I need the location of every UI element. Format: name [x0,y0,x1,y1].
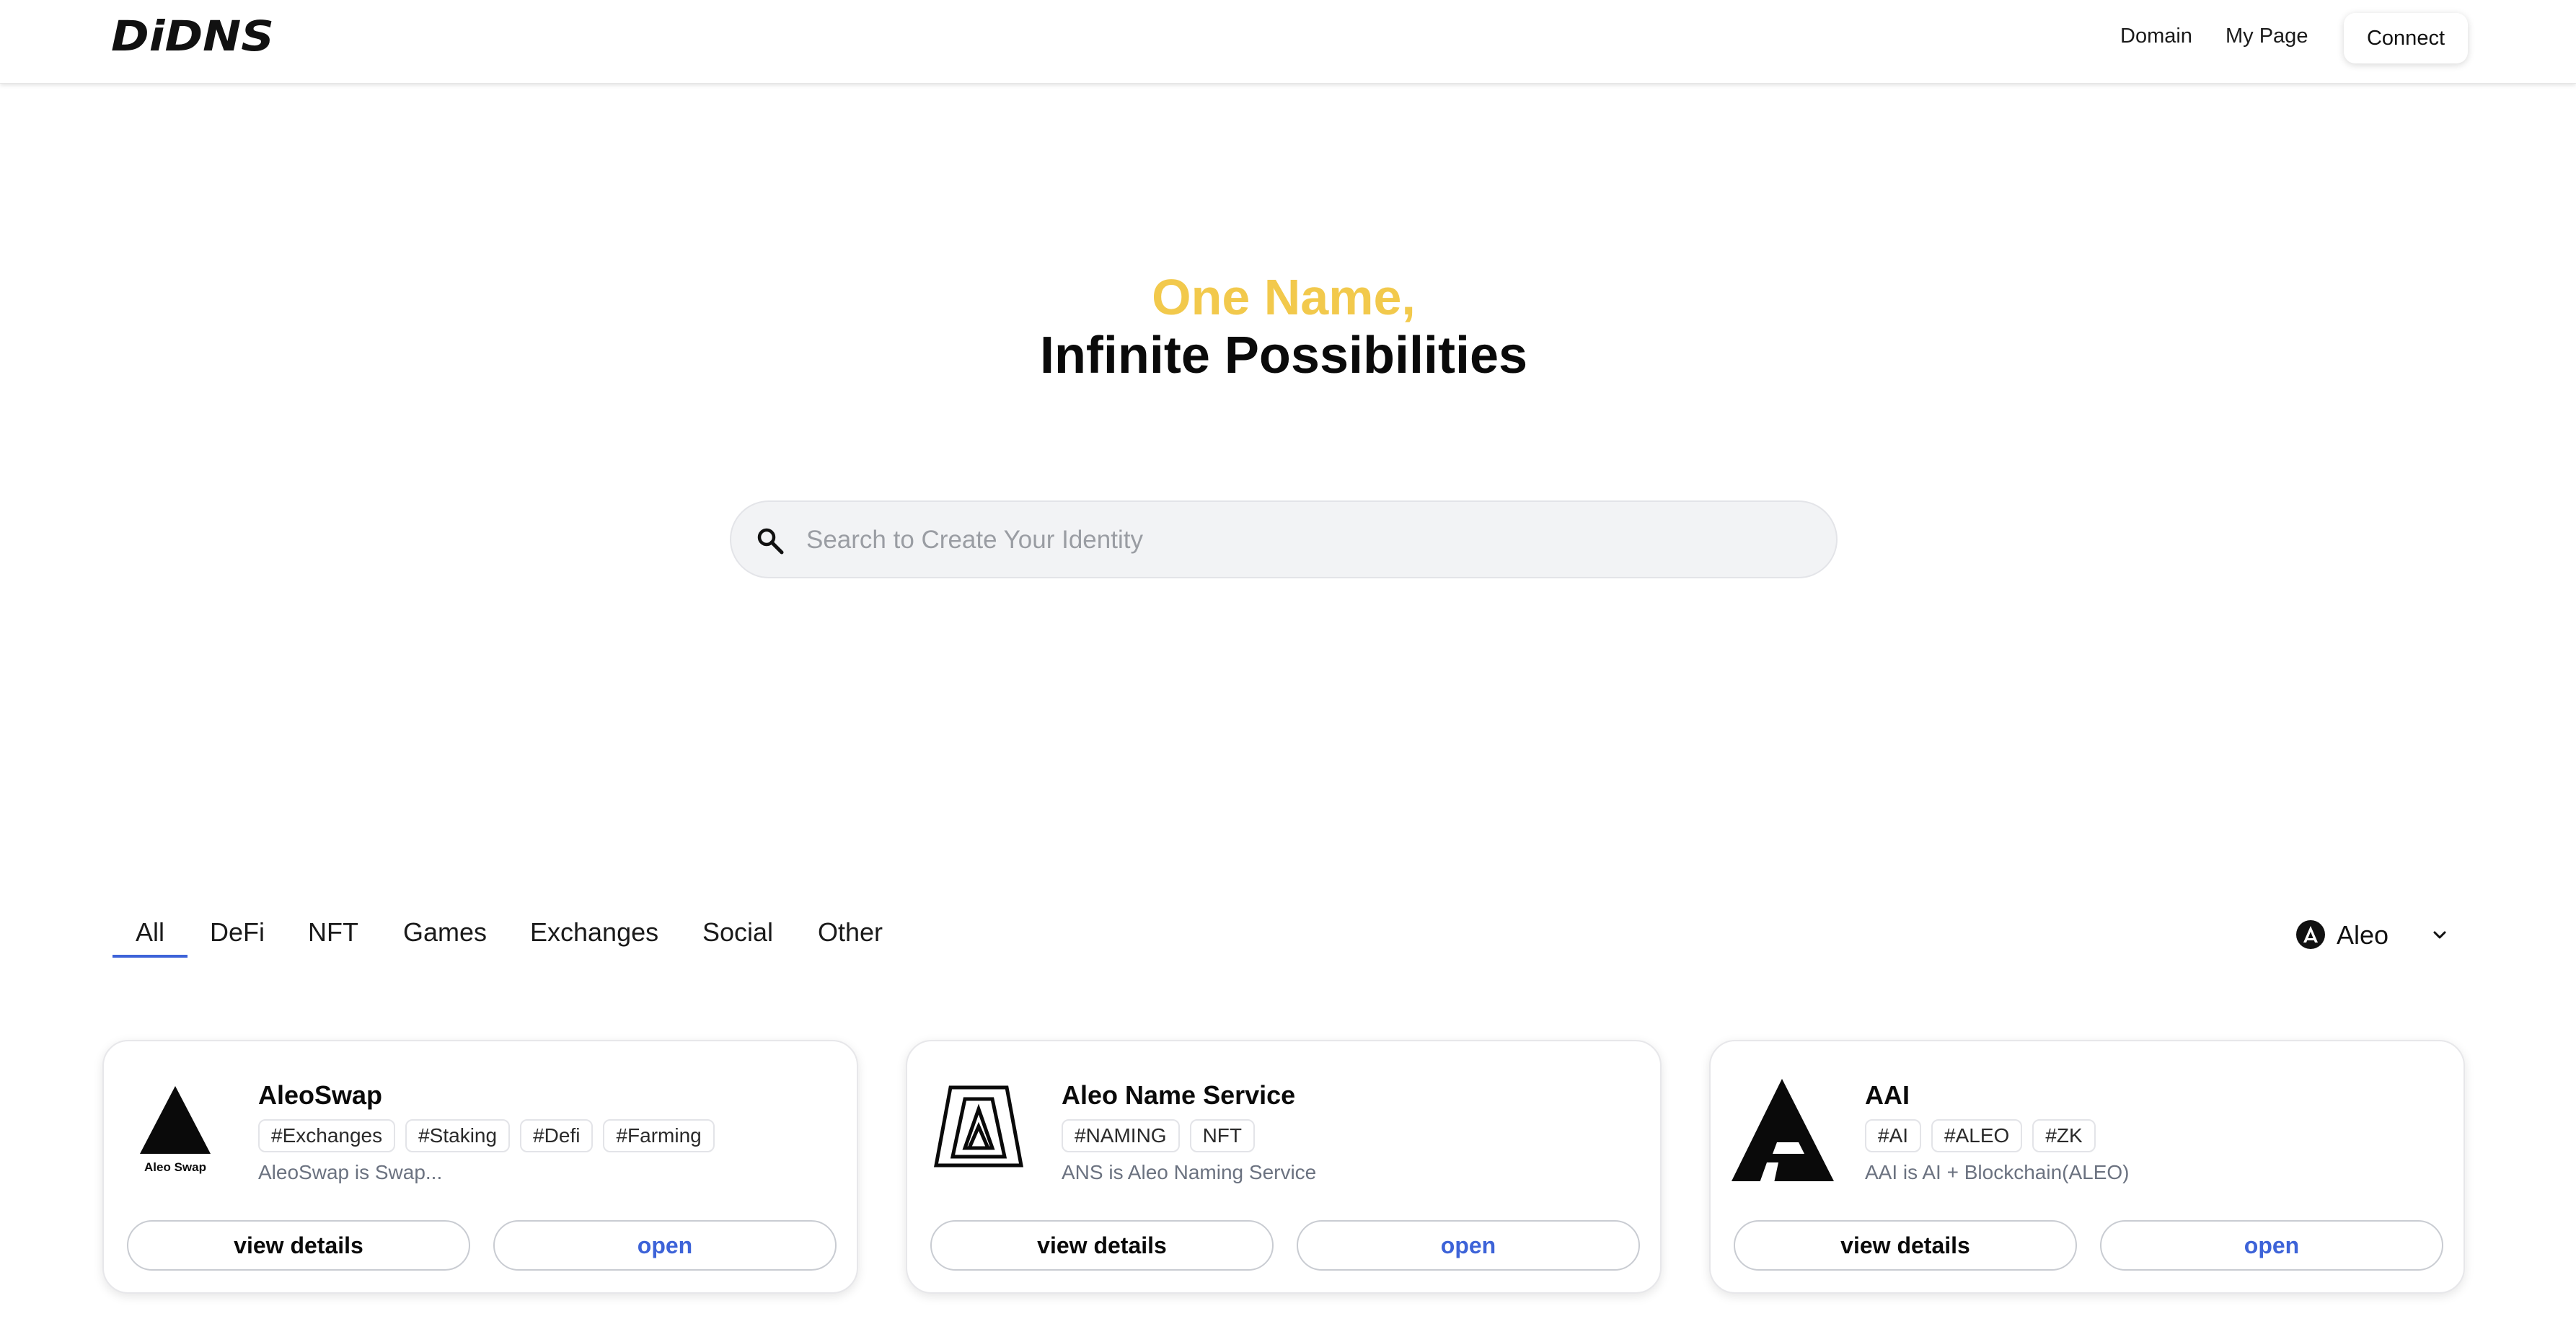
tab-nft[interactable]: NFT [308,917,358,948]
nav-domain-link[interactable]: Domain [2120,25,2192,48]
search-icon [757,528,784,555]
dapp-card-aleo-name-service: Aleo Name Service #NAMING NFT ANS is Ale… [906,1040,1662,1294]
aleo-name-service-logo [933,1085,1024,1168]
tab-exchanges[interactable]: Exchanges [530,917,658,948]
top-navigation-bar: DiDNS Domain My Page Connect [0,0,2576,84]
chain-selected-label: Aleo [2337,920,2389,950]
card-description: AAI is AI + Blockchain(ALEO) [1865,1161,2130,1183]
aleoswap-logo: Aleo Swap [140,1086,211,1174]
connect-wallet-button[interactable]: Connect [2344,13,2468,63]
card-title: AleoSwap [258,1080,383,1110]
card-description: ANS is Aleo Naming Service [1062,1161,1317,1183]
card-tag: #Farming [603,1119,715,1152]
tab-all[interactable]: All [136,917,164,948]
svg-text:Aleo Swap: Aleo Swap [144,1160,206,1174]
open-button[interactable]: open [2100,1220,2443,1271]
active-tab-indicator [113,955,188,958]
card-tag: #ALEO [1931,1119,2023,1152]
view-details-button[interactable]: view details [930,1220,1274,1271]
card-tag: #NAMING [1062,1119,1180,1152]
didns-logo[interactable]: DiDNS [111,16,277,56]
tab-defi[interactable]: DeFi [210,917,265,948]
card-tag: NFT [1189,1119,1256,1152]
card-tag-list: #NAMING NFT [1062,1119,1256,1152]
open-button[interactable]: open [1297,1220,1640,1271]
chain-selector[interactable]: Aleo [2296,917,2456,953]
card-tag: #Defi [520,1119,594,1152]
card-tag-list: #Exchanges #Staking #Defi #Farming [258,1119,715,1152]
card-title: AAI [1865,1080,1910,1110]
dapp-card-aleoswap: Aleo Swap AleoSwap #Exchanges #Staking #… [102,1040,858,1294]
search-input[interactable] [806,519,1801,561]
card-title: Aleo Name Service [1062,1080,1296,1110]
svg-text:DiDNS: DiDNS [111,16,274,56]
hero-headline: Infinite Possibilities [1039,327,1528,384]
card-tag: #AI [1865,1119,1922,1152]
open-button[interactable]: open [493,1220,837,1271]
chevron-down-icon [2433,931,2446,939]
tab-social[interactable]: Social [702,917,773,948]
view-details-button[interactable]: view details [1734,1220,2077,1271]
card-tag: #Exchanges [258,1119,396,1152]
card-tag-list: #AI #ALEO #ZK [1865,1119,2096,1152]
hero-headline-accent: One Name, [1152,269,1416,325]
aleo-logo-icon [2296,920,2325,949]
dapp-card-aai: AAI #AI #ALEO #ZK AAI is AI + Blockchain… [1709,1040,2465,1294]
nav-my-page-link[interactable]: My Page [2226,25,2308,48]
card-tag: #Staking [405,1119,511,1152]
card-tag: #ZK [2032,1119,2096,1152]
view-details-button[interactable]: view details [127,1220,470,1271]
tab-games[interactable]: Games [403,917,487,948]
tab-other[interactable]: Other [818,917,883,948]
card-description: AleoSwap is Swap... [258,1161,443,1183]
search-bar[interactable] [730,500,1838,578]
aai-logo [1731,1079,1834,1181]
